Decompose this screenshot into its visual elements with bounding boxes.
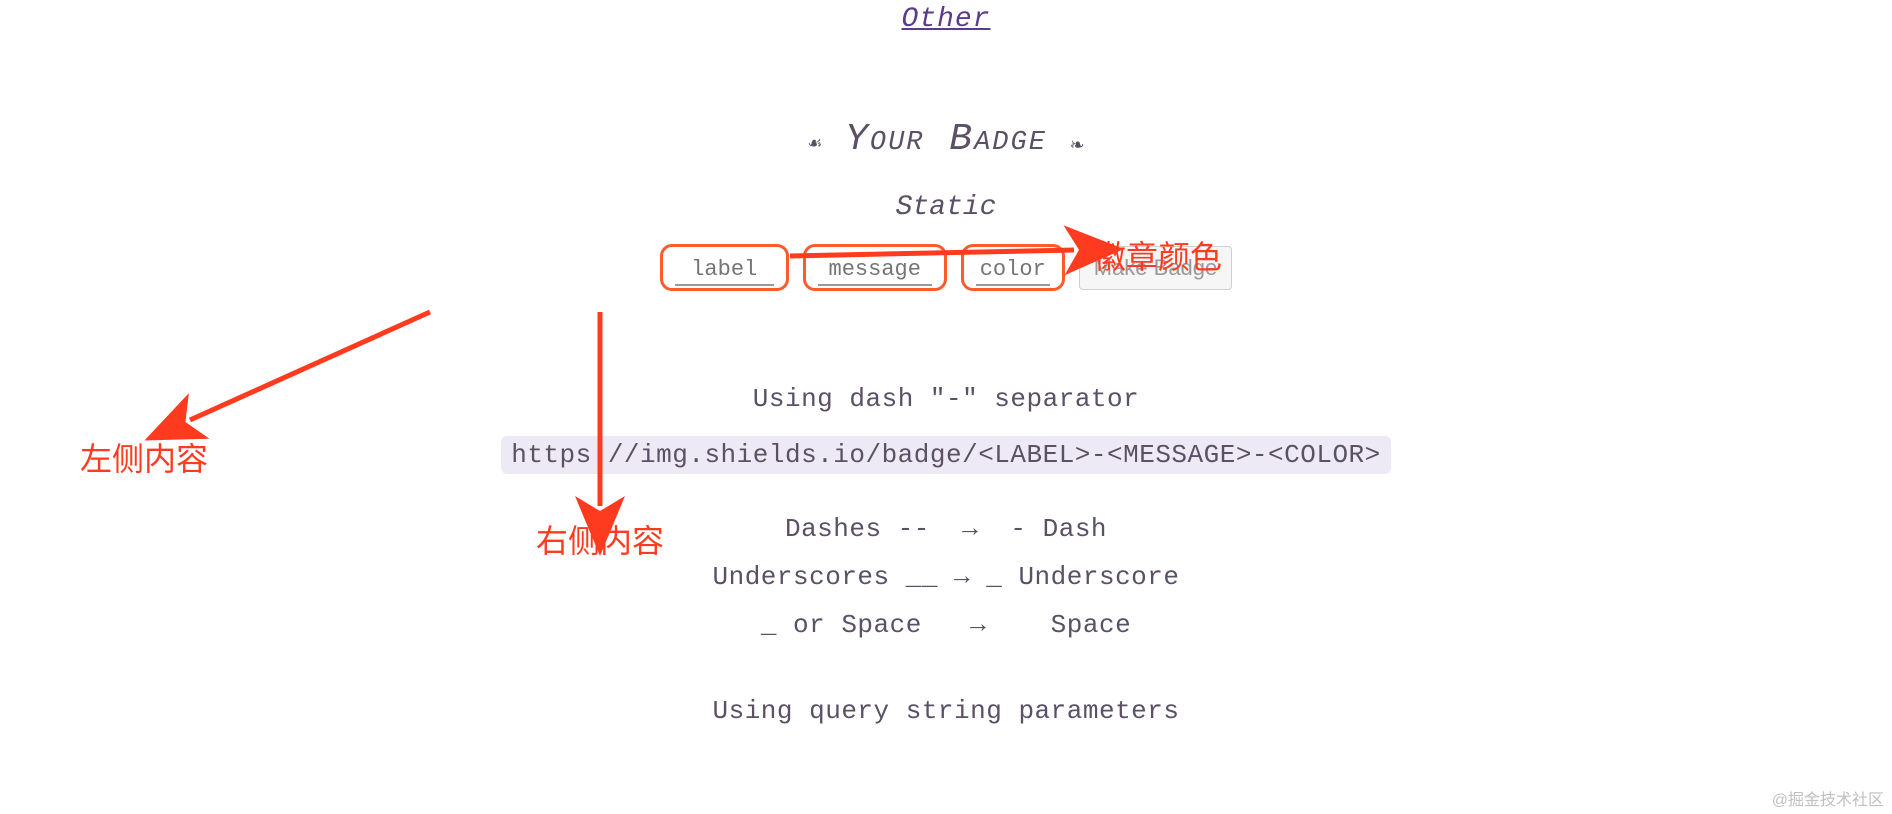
page-heading: Your Badge xyxy=(845,118,1047,161)
mapping-row-space: _ or Space → Space xyxy=(761,610,1131,640)
dash-separator-text: Using dash "-" separator xyxy=(753,384,1139,414)
nav-link-other[interactable]: Other xyxy=(901,4,990,35)
anno-label-right-content: 右侧内容 xyxy=(536,516,664,562)
label-input[interactable] xyxy=(675,257,774,286)
mapping-row-underscores: Underscores __ → _ Underscore xyxy=(713,562,1180,592)
anno-label-left: 左侧内容 xyxy=(80,434,208,480)
message-input[interactable] xyxy=(818,257,932,286)
query-string-text: Using query string parameters xyxy=(713,696,1180,726)
color-input-wrapper xyxy=(961,244,1065,291)
mapping-row-dashes: Dashes -- → - Dash xyxy=(785,514,1107,544)
watermark: @掘金技术社区 xyxy=(1772,786,1884,810)
message-input-wrapper xyxy=(803,244,947,291)
deco-left-icon: ☙ xyxy=(794,133,835,158)
url-template: https://img.shields.io/badge/<LABEL>-<ME… xyxy=(501,436,1391,474)
anno-label-badge-color: 徽章颜色 xyxy=(1094,232,1222,278)
section-subheading: Static xyxy=(896,192,997,223)
label-input-wrapper xyxy=(660,244,789,291)
deco-right-icon: ❧ xyxy=(1057,133,1098,158)
color-input[interactable] xyxy=(976,257,1050,286)
